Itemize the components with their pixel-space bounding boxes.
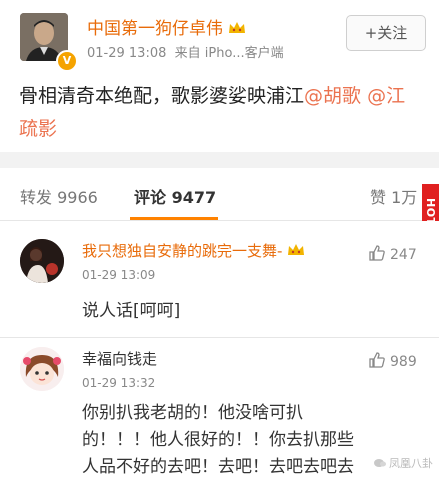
bottom-watermark-text: 凤凰八卦 <box>389 457 433 470</box>
comment-like-button[interactable]: 989 <box>368 351 417 370</box>
thumbs-up-icon <box>369 245 385 261</box>
commenter-avatar[interactable] <box>20 239 64 283</box>
author-name-text: 中国第一狗仔卓伟 <box>87 19 223 39</box>
comment-like-count: 247 <box>390 247 417 263</box>
post-text-main: 骨相清奇本绝配，歌影婆娑映浦江 <box>19 85 305 107</box>
chat-bubble-icon <box>373 459 386 467</box>
weibo-post: V 中国第一狗仔卓伟 01-29 13:08 来自 iPho...客户端 +关注… <box>0 0 439 152</box>
commenter-name-text: 我只想独自安静的跳完一支舞- <box>82 242 283 260</box>
verified-badge-icon: V <box>56 50 78 72</box>
active-tab-indicator <box>130 217 218 220</box>
thumbs-up-icon <box>369 352 385 368</box>
bottom-watermark: 凤凰八卦 <box>373 455 433 471</box>
comment-item: 我只想独自安静的跳完一支舞- 01-29 13:09 247 说人话[呵呵] <box>0 221 439 337</box>
follow-button[interactable]: +关注 <box>346 15 426 51</box>
commenter-name[interactable]: 我只想独自安静的跳完一支舞- <box>82 240 305 261</box>
post-content: 骨相清奇本绝配，歌影婆娑映浦江@胡歌 @江疏影 <box>19 80 424 146</box>
commenter-avatar-image <box>20 347 64 391</box>
comment-text-line: 的！！！他人很好的！！你去扒那些 <box>82 430 354 450</box>
comment-time: 01-29 13:32 <box>82 376 156 390</box>
comment-text: 说人话[呵呵] <box>82 301 181 321</box>
comment-text-line: 你别扒我老胡的！他没啥可扒 <box>82 403 303 423</box>
commenter-avatar-image <box>20 239 64 283</box>
comment-time: 01-29 13:09 <box>82 268 156 282</box>
author-name[interactable]: 中国第一狗仔卓伟 <box>87 14 246 39</box>
tab-like[interactable]: 赞 1万 <box>370 184 417 208</box>
tab-repost[interactable]: 转发 9966 <box>20 184 98 208</box>
comment-like-count: 989 <box>390 354 417 370</box>
crown-icon <box>288 244 305 255</box>
crown-icon <box>229 22 245 33</box>
post-time: 01-29 13:08 <box>87 46 167 61</box>
comment-like-button[interactable]: 247 <box>368 244 417 263</box>
tab-comment[interactable]: 评论 9477 <box>134 184 216 208</box>
post-meta: 01-29 13:08 来自 iPho...客户端 <box>87 42 284 61</box>
commenter-name[interactable]: 幸福向钱走 <box>82 348 157 369</box>
mention-hu-ge[interactable]: @胡歌 <box>304 85 361 107</box>
post-action-tabs: 转发 9966 评论 9477 赞 1万 <box>0 168 439 221</box>
commenter-avatar[interactable] <box>20 347 64 391</box>
post-source: 来自 iPho...客户端 <box>174 46 284 61</box>
